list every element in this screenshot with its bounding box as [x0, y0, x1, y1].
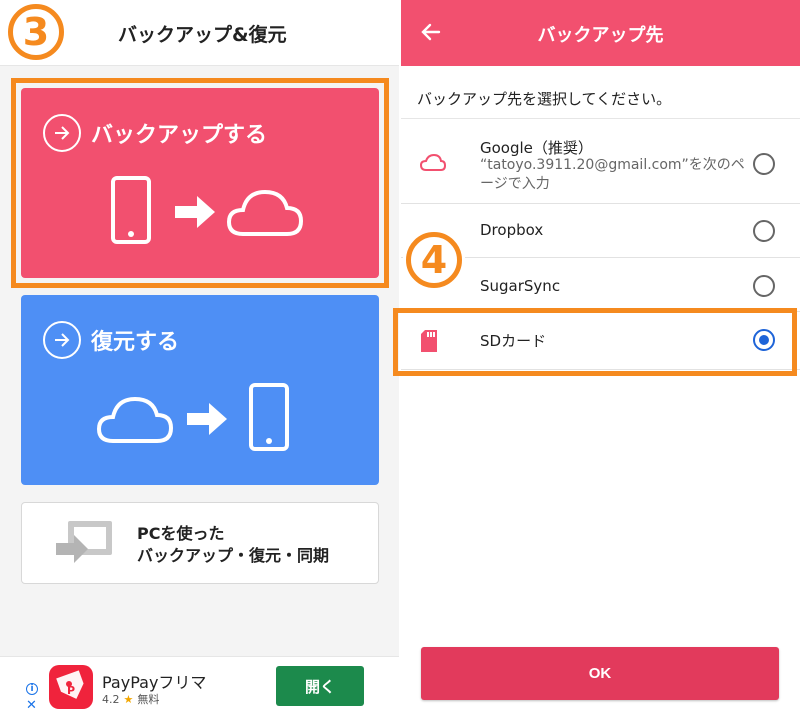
option-sugarsync-title: SugarSync — [480, 277, 561, 295]
paypay-furima-app-icon: P — [49, 665, 93, 709]
option-google[interactable]: Google（推奨） “tatoyo.3911.20@gmail.com”を次の… — [401, 119, 800, 204]
radio-sugarsync[interactable] — [753, 275, 775, 297]
phone-icon — [249, 383, 289, 451]
ad-open-button[interactable]: 開く — [276, 666, 364, 706]
option-dropbox-title: Dropbox — [480, 221, 544, 239]
arrow-right-circle-icon — [43, 114, 81, 152]
backup-card-label: バックアップする — [91, 123, 268, 148]
arrow-right-icon — [187, 403, 227, 435]
step-4-number: 4 — [406, 232, 462, 288]
cast-to-pc-icon — [56, 521, 112, 563]
backup-card-button[interactable]: バックアップする — [21, 88, 379, 278]
ad-app-name: PayPayフリマ — [102, 673, 207, 692]
ad-rating-value: 4.2 — [102, 692, 120, 706]
ad-price: 無料 — [137, 693, 160, 706]
pc-sync-line1: PCを使った — [137, 524, 225, 543]
app-bar: バックアップ先 — [401, 0, 800, 66]
svg-text:P: P — [67, 684, 75, 697]
option-google-subtitle: “tatoyo.3911.20@gmail.com”を次のページで入力 — [480, 157, 745, 192]
phone-to-cloud-illustration — [111, 176, 304, 244]
ok-button[interactable]: OK — [421, 647, 779, 700]
highlight-frame-sd-card — [393, 308, 797, 376]
cloud-to-phone-illustration — [96, 383, 289, 451]
star-icon: ★ — [123, 692, 134, 706]
backup-restore-screen: 3 バックアップ&復元 バックアップする 復元する PCを使った バックアップ・… — [0, 0, 400, 717]
option-google-title: Google（推奨） — [480, 139, 593, 157]
app-bar: 3 バックアップ&復元 — [0, 0, 400, 66]
pc-sync-button[interactable]: PCを使った バックアップ・復元・同期 — [21, 502, 379, 584]
page-title: バックアップ先 — [537, 25, 664, 46]
step-4-marker: 4 — [403, 229, 465, 291]
restore-card-label: 復元する — [91, 330, 180, 355]
page-title: バックアップ&復元 — [118, 24, 287, 46]
cloud-icon — [419, 153, 447, 171]
radio-dropbox[interactable] — [753, 220, 775, 242]
cloud-icon — [226, 189, 304, 236]
phone-icon — [111, 176, 151, 244]
arrow-right-icon — [175, 196, 215, 228]
pc-sync-line2: バックアップ・復元・同期 — [137, 546, 330, 565]
restore-card-header: 復元する — [43, 321, 179, 359]
step-3-marker: 3 — [0, 0, 72, 64]
ad-info-icon[interactable]: i — [26, 683, 38, 695]
ad-close-icon[interactable]: ✕ — [26, 699, 37, 713]
radio-google[interactable] — [753, 153, 775, 175]
ad-rating: 4.2 ★ 無料 — [102, 691, 159, 707]
arrow-right-circle-icon — [43, 321, 81, 359]
pc-sync-label: PCを使った バックアップ・復元・同期 — [137, 523, 329, 567]
ad-banner: i ✕ P PayPayフリマ 4.2 ★ 無料 開く — [0, 656, 400, 717]
backup-card-header: バックアップする — [43, 114, 267, 152]
step-3-number: 3 — [8, 4, 64, 60]
restore-card-button[interactable]: 復元する — [21, 295, 379, 485]
cloud-icon — [96, 396, 174, 443]
instruction-text: バックアップ先を選択してください。 — [417, 90, 672, 108]
backup-destination-screen: バックアップ先 バックアップ先を選択してください。 Google（推奨） “ta… — [393, 0, 800, 717]
